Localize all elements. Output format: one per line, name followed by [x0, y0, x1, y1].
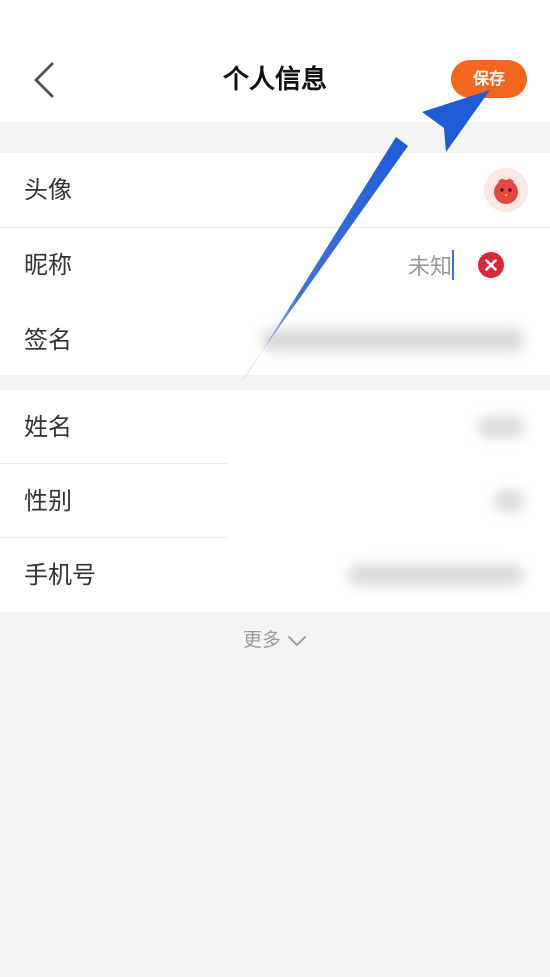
signature-value-blurred: [262, 328, 524, 352]
avatar-row[interactable]: 头像: [0, 153, 550, 227]
avatar-bird-icon: [484, 168, 528, 212]
save-button[interactable]: 保存: [451, 60, 527, 98]
chevron-down-icon: [287, 623, 307, 659]
phone-label: 手机号: [24, 561, 96, 589]
name-value-blurred: [478, 416, 524, 438]
signature-label: 签名: [24, 326, 72, 354]
gender-row[interactable]: 性别: [0, 464, 550, 538]
avatar-label: 头像: [24, 176, 72, 204]
clear-icon: [485, 259, 497, 271]
phone-value-blurred: [348, 564, 524, 586]
gender-value-blurred: [494, 490, 524, 512]
clear-nickname-button[interactable]: [478, 252, 504, 278]
profile-group-personal: 姓名 性别 手机号: [0, 390, 550, 612]
nickname-input[interactable]: [332, 245, 452, 285]
phone-row[interactable]: 手机号: [0, 538, 550, 612]
name-label: 姓名: [24, 413, 72, 441]
name-row[interactable]: 姓名: [0, 390, 550, 464]
nickname-row: 昵称: [0, 228, 550, 302]
top-bar: 个人信息 保存: [0, 0, 550, 122]
signature-row[interactable]: 签名: [0, 303, 550, 377]
more-toggle[interactable]: 更多: [0, 622, 550, 659]
text-caret: [452, 250, 454, 280]
gender-label: 性别: [24, 487, 72, 515]
more-label: 更多: [242, 629, 281, 651]
avatar[interactable]: [484, 168, 528, 212]
nickname-label: 昵称: [24, 251, 72, 279]
profile-group-basic: 头像 昵称 签名: [0, 153, 550, 375]
